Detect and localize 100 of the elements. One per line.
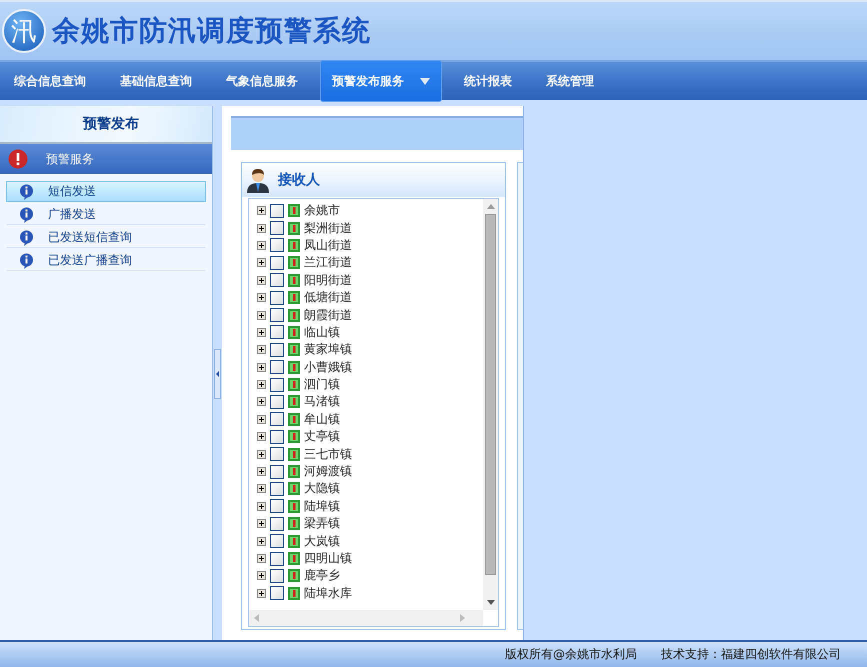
vertical-scrollbar[interactable] <box>483 199 498 610</box>
tree-item[interactable]: 大隐镇 <box>304 480 340 498</box>
checkbox[interactable] <box>270 290 284 305</box>
checkbox[interactable] <box>270 256 284 270</box>
expand-icon[interactable] <box>257 310 266 320</box>
tree-item[interactable]: 阳明街道 <box>304 272 352 289</box>
app-title: 余姚市防汛调度预警系统 <box>52 13 371 49</box>
checkbox[interactable] <box>270 378 284 392</box>
expand-icon[interactable] <box>257 328 266 337</box>
group-icon <box>288 482 300 496</box>
expand-icon[interactable] <box>257 206 266 216</box>
checkbox[interactable] <box>270 430 284 444</box>
nav-tab[interactable]: 预警发布服务 <box>320 60 442 102</box>
expand-icon[interactable] <box>257 345 266 354</box>
checkbox[interactable] <box>270 482 284 496</box>
checkbox[interactable] <box>270 394 284 409</box>
scroll-down-icon[interactable] <box>486 600 494 605</box>
checkbox[interactable] <box>270 238 284 252</box>
checkbox[interactable] <box>270 499 284 514</box>
tree-item[interactable]: 余姚市 <box>304 202 340 220</box>
expand-icon[interactable] <box>257 397 266 406</box>
expand-icon[interactable] <box>257 258 266 268</box>
expand-icon[interactable] <box>257 362 266 372</box>
group-icon <box>288 343 300 356</box>
tree-item[interactable]: 梁弄镇 <box>304 515 340 532</box>
group-icon <box>288 586 300 600</box>
sidebar-title: 预警发布 <box>0 106 212 144</box>
checkbox[interactable] <box>270 412 284 426</box>
group-icon <box>288 222 300 235</box>
expand-icon[interactable] <box>257 484 266 494</box>
tree-item[interactable]: 四明山镇 <box>304 550 352 567</box>
expand-icon[interactable] <box>257 293 266 302</box>
tree-item[interactable]: 牟山镇 <box>304 410 340 428</box>
expand-icon[interactable] <box>257 588 266 598</box>
expand-icon[interactable] <box>257 519 266 528</box>
expand-icon[interactable] <box>257 224 266 233</box>
tree-item[interactable]: 小曹娥镇 <box>304 358 352 376</box>
expand-icon[interactable] <box>257 536 266 546</box>
checkbox[interactable] <box>270 464 284 479</box>
sidebar-item[interactable]: 已发送广播查询 <box>6 250 206 271</box>
nav-tab[interactable]: 统计报表 <box>452 60 524 102</box>
tree-item[interactable]: 马渚镇 <box>304 393 340 410</box>
checkbox[interactable] <box>270 568 284 583</box>
nav-tab[interactable]: 系统管理 <box>534 60 606 102</box>
sidebar-item[interactable]: 广播发送 <box>6 204 206 225</box>
checkbox[interactable] <box>270 325 284 340</box>
tree-item[interactable]: 泗门镇 <box>304 376 340 394</box>
tree-item[interactable]: 丈亭镇 <box>304 428 340 446</box>
expand-icon[interactable] <box>257 240 266 250</box>
checkbox[interactable] <box>270 308 284 322</box>
checkbox[interactable] <box>270 552 284 566</box>
expand-icon[interactable] <box>257 380 266 390</box>
tree-item[interactable]: 三七市镇 <box>304 446 352 463</box>
expand-icon[interactable] <box>257 276 266 285</box>
checkbox[interactable] <box>270 204 284 218</box>
tree-item[interactable]: 河姆渡镇 <box>304 463 352 480</box>
group-icon <box>288 500 300 513</box>
group-icon <box>288 238 300 252</box>
expand-icon[interactable] <box>257 502 266 511</box>
checkbox[interactable] <box>270 221 284 236</box>
tree-item[interactable]: 凤山街道 <box>304 236 352 254</box>
checkbox[interactable] <box>270 534 284 548</box>
group-icon <box>288 395 300 408</box>
support-text: 技术支持：福建四创软件有限公司 <box>661 646 841 663</box>
group-icon <box>288 552 300 565</box>
tree-item[interactable]: 大岚镇 <box>304 532 340 550</box>
nav-tab[interactable]: 综合信息查询 <box>2 60 98 102</box>
group-icon <box>288 256 300 270</box>
tree-item[interactable]: 低塘街道 <box>304 289 352 306</box>
tree-item[interactable]: 鹿亭乡 <box>304 567 340 584</box>
collapse-handle[interactable] <box>214 349 221 399</box>
tree-item[interactable]: 黄家埠镇 <box>304 341 352 358</box>
sidebar-item[interactable]: 已发送短信查询 <box>6 227 206 248</box>
group-icon <box>288 274 300 287</box>
checkbox[interactable] <box>270 516 284 531</box>
person-icon <box>246 167 270 193</box>
tree-item[interactable]: 临山镇 <box>304 324 340 341</box>
checkbox[interactable] <box>270 342 284 357</box>
nav-tab[interactable]: 气象信息服务 <box>214 60 310 102</box>
checkbox[interactable] <box>270 360 284 374</box>
tree-item[interactable]: 陆埠水库 <box>304 584 352 602</box>
group-icon <box>288 204 300 218</box>
copyright-text: 版权所有@余姚市水利局 <box>505 646 637 663</box>
expand-icon[interactable] <box>257 554 266 563</box>
tree-item[interactable]: 兰江街道 <box>304 254 352 272</box>
checkbox[interactable] <box>270 586 284 600</box>
tree-item[interactable]: 梨洲街道 <box>304 220 352 237</box>
expand-icon[interactable] <box>257 450 266 459</box>
tree-item[interactable]: 陆埠镇 <box>304 498 340 515</box>
expand-icon[interactable] <box>257 432 266 442</box>
expand-icon[interactable] <box>257 414 266 424</box>
group-header[interactable]: 预警服务 <box>0 144 212 174</box>
nav-tab[interactable]: 基础信息查询 <box>108 60 204 102</box>
checkbox[interactable] <box>270 273 284 288</box>
tree-item[interactable]: 朗霞街道 <box>304 306 352 324</box>
checkbox[interactable] <box>270 447 284 462</box>
group-icon <box>288 448 300 461</box>
expand-icon[interactable] <box>257 571 266 580</box>
expand-icon[interactable] <box>257 467 266 476</box>
sidebar-item[interactable]: 短信发送 <box>6 181 206 202</box>
